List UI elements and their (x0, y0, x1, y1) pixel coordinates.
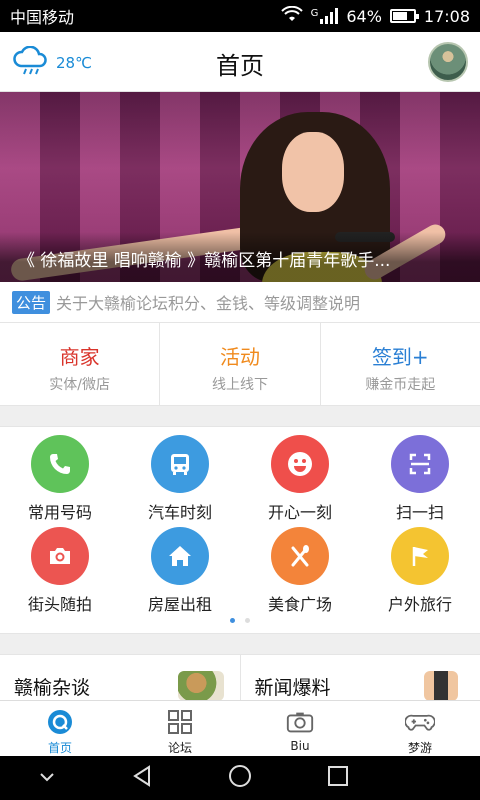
quick-link-title: 商家 (59, 345, 100, 369)
quick-links: 商家 实体/微店 活动 线上线下 签到+ 赚金币走起 (0, 322, 480, 406)
status-bar: 中国移动 G 64% 17:08 (0, 0, 480, 32)
battery-level-fill (392, 12, 407, 20)
card-ganyu-talk[interactable]: 赣榆杂谈 (0, 655, 241, 701)
quick-link-merchants[interactable]: 商家 实体/微店 (0, 323, 161, 405)
service-outdoor-travel[interactable]: 户外旅行 (360, 527, 480, 614)
chevron-down-icon[interactable] (37, 769, 57, 788)
service-street-photos[interactable]: 街头随拍 (0, 527, 120, 614)
page-dot (245, 618, 250, 623)
service-label: 房屋出租 (147, 595, 212, 614)
card-thumbnail (177, 671, 224, 701)
system-nav-bar (0, 756, 480, 800)
tab-label: Biu (290, 739, 310, 753)
wifi-icon (280, 5, 303, 26)
carrier-label: 中国移动 (10, 8, 75, 27)
back-icon[interactable] (130, 764, 154, 792)
content-cards: 赣榆杂谈 新闻爆料 (0, 654, 480, 701)
gamepad-icon (405, 707, 435, 737)
flag-icon (391, 527, 449, 585)
service-label: 常用号码 (27, 503, 92, 522)
banner-caption: 《 徐福故里 唱响赣榆 》赣榆区第十届青年歌手... (0, 232, 480, 282)
service-label: 开心一刻 (267, 503, 332, 522)
service-jokes[interactable]: 开心一刻 (240, 435, 360, 522)
clock: 17:08 (423, 6, 470, 26)
page-indicator (0, 618, 480, 623)
scan-icon (391, 435, 449, 493)
service-label: 街头随拍 (27, 595, 92, 614)
service-label: 户外旅行 (387, 595, 452, 614)
quick-link-title: 签到+ (371, 345, 429, 369)
bus-icon (151, 435, 209, 493)
service-house-rental[interactable]: 房屋出租 (120, 527, 240, 614)
bottom-tab-bar: 首页 论坛 Biu 梦游 (0, 700, 480, 756)
grid-icon (165, 707, 195, 737)
app-header: 28℃ 首页 (0, 32, 480, 92)
service-phone-numbers[interactable]: 常用号码 (0, 435, 120, 522)
card-title: 新闻爆料 (254, 677, 331, 699)
house-icon (151, 527, 209, 585)
camera-icon (285, 707, 315, 737)
signal-icon: G (311, 8, 339, 24)
home-circle-icon[interactable] (227, 763, 253, 793)
tab-forum[interactable]: 论坛 (120, 701, 240, 756)
quick-link-checkin[interactable]: 签到+ 赚金币走起 (321, 323, 480, 405)
card-news-tips[interactable]: 新闻爆料 (241, 655, 480, 701)
smile-icon (271, 435, 329, 493)
phone-icon (31, 435, 89, 493)
user-avatar[interactable] (428, 42, 468, 82)
page-dot-active (230, 618, 235, 623)
tab-biu[interactable]: Biu (240, 701, 360, 756)
announcement-tag: 公告 (12, 290, 51, 314)
service-food-court[interactable]: 美食广场 (240, 527, 360, 614)
tab-home[interactable]: 首页 (0, 701, 120, 756)
announcement-text: 关于大赣榆论坛积分、金钱、等级调整说明 (56, 294, 361, 313)
tab-games[interactable]: 梦游 (360, 701, 480, 756)
quick-link-subtitle: 线上线下 (211, 377, 268, 393)
tab-label: 梦游 (407, 741, 432, 755)
quick-link-events[interactable]: 活动 线上线下 (160, 323, 321, 405)
recents-icon[interactable] (326, 764, 350, 792)
utensils-icon (271, 527, 329, 585)
service-label: 扫一扫 (395, 503, 444, 522)
quick-link-title: 活动 (219, 345, 260, 369)
banner-carousel[interactable]: 《 徐福故里 唱响赣榆 》赣榆区第十届青年歌手... (0, 92, 480, 282)
battery-percent: 64% (346, 6, 382, 26)
card-thumbnail (424, 671, 458, 701)
service-bus-schedule[interactable]: 汽车时刻 (120, 435, 240, 522)
card-title: 赣榆杂谈 (14, 677, 91, 699)
page-title: 首页 (216, 52, 264, 80)
tab-label: 首页 (47, 741, 72, 755)
quick-link-subtitle: 赚金币走起 (365, 377, 436, 393)
announcement-bar[interactable]: 公告 关于大赣榆论坛积分、金钱、等级调整说明 (0, 282, 480, 322)
quick-link-subtitle: 实体/微店 (49, 377, 111, 393)
tab-label: 论坛 (167, 741, 192, 755)
service-label: 汽车时刻 (147, 503, 212, 522)
service-grid: 常用号码 汽车时刻 开心一刻 扫一扫 街头随拍 房屋出租 美食广场 户外旅行 (0, 426, 480, 634)
home-icon (45, 707, 75, 737)
service-label: 美食广场 (267, 595, 332, 614)
camera-icon (31, 527, 89, 585)
network-type-label: G (310, 8, 319, 19)
service-scan[interactable]: 扫一扫 (360, 435, 480, 522)
battery-icon (389, 9, 419, 23)
